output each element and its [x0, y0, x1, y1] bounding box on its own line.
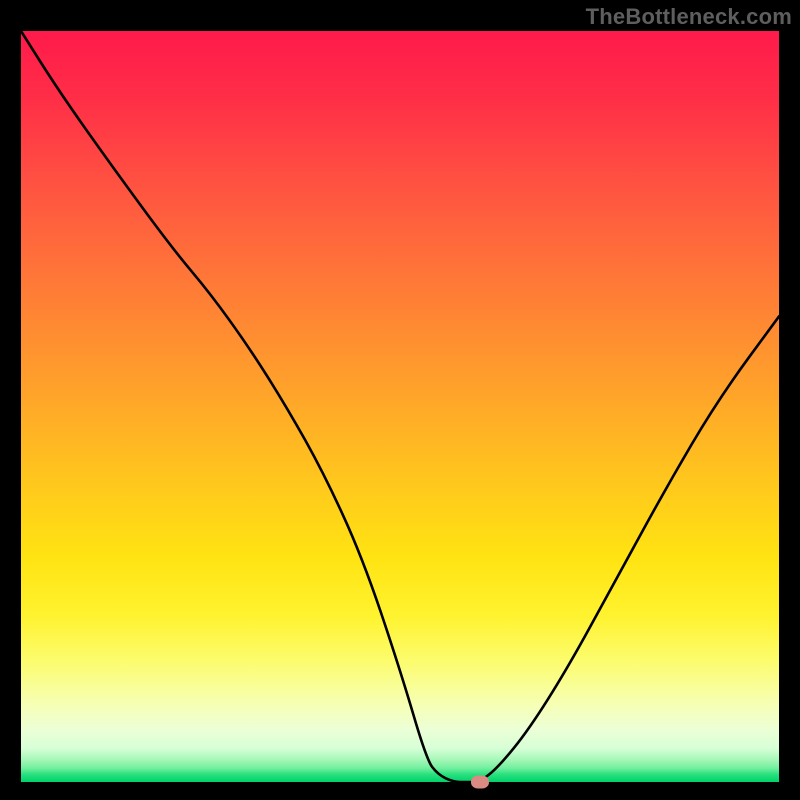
bottleneck-curve	[21, 31, 779, 782]
chart-container: TheBottleneck.com	[0, 0, 800, 800]
plot-area	[21, 31, 779, 782]
selected-point-marker	[471, 776, 489, 789]
attribution-label: TheBottleneck.com	[586, 4, 792, 30]
